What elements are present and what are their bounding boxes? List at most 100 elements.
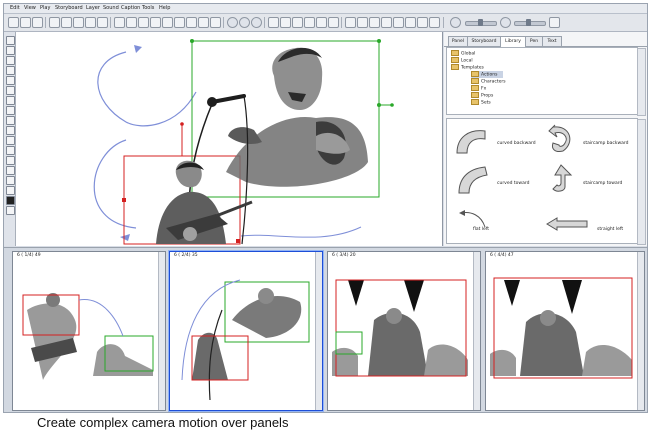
rotation-handle-knob[interactable] (390, 103, 394, 107)
select-tool-icon[interactable] (114, 17, 125, 28)
frame-handle[interactable] (236, 239, 240, 243)
play-icon[interactable] (280, 17, 291, 28)
panel-scrollbar[interactable] (637, 252, 644, 410)
camera-icon[interactable] (6, 166, 15, 175)
storyboard-panel-1[interactable]: 6 ( 1/4) 49 (12, 251, 166, 411)
brush-icon[interactable] (6, 56, 15, 65)
menu-caption[interactable]: Caption (121, 5, 140, 11)
camera-path[interactable] (240, 226, 362, 238)
last-frame-icon[interactable] (304, 17, 315, 28)
zoom-out-icon[interactable] (450, 17, 461, 28)
line-icon[interactable] (6, 86, 15, 95)
rotation-slider-handle[interactable] (526, 19, 531, 26)
stage-canvas[interactable] (16, 32, 442, 246)
curved-arrow-toward-icon[interactable] (455, 163, 489, 197)
paste-icon[interactable] (73, 17, 84, 28)
loop-icon[interactable] (316, 17, 327, 28)
library-scrollbar[interactable] (637, 119, 646, 245)
hand-icon[interactable] (6, 136, 15, 145)
zoom-icon[interactable] (6, 146, 15, 155)
pencil-icon[interactable] (6, 66, 15, 75)
curved-arrow-backward-icon[interactable] (455, 127, 489, 157)
rotate-tool-icon[interactable] (251, 17, 262, 28)
eraser-icon[interactable] (6, 76, 15, 85)
panel-scrollbar[interactable] (473, 252, 480, 410)
zoom-in-icon[interactable] (500, 17, 511, 28)
frame-handle[interactable] (377, 39, 381, 43)
tree-item-templates[interactable]: Templates (451, 64, 484, 71)
delete-panel-icon[interactable] (357, 17, 368, 28)
sound-icon[interactable] (328, 17, 339, 28)
camera-path[interactable] (97, 51, 197, 127)
rotation-handle-knob[interactable] (180, 122, 184, 126)
frame-handle[interactable] (122, 198, 126, 202)
paint-icon[interactable] (6, 116, 15, 125)
rotate-view-icon[interactable] (6, 156, 15, 165)
storyboard-panel-4[interactable]: 6 ( 4/4) 47 (485, 251, 645, 411)
staircase-arrow-toward-icon[interactable] (547, 163, 577, 195)
merge-panel-icon[interactable] (381, 17, 392, 28)
camera-keyframe-icon[interactable] (417, 17, 428, 28)
stop-icon[interactable] (292, 17, 303, 28)
brush-tool-icon[interactable] (126, 17, 137, 28)
menu-edit[interactable]: Edit (10, 5, 20, 11)
tree-item-fx[interactable]: Fx (471, 85, 486, 92)
tree-item-global[interactable]: Global (451, 50, 475, 57)
add-layer-icon[interactable] (393, 17, 404, 28)
eraser-tool-icon[interactable] (150, 17, 161, 28)
menu-sound[interactable]: Sound (103, 5, 119, 11)
redo-icon[interactable] (97, 17, 108, 28)
menu-view[interactable]: View (24, 5, 36, 11)
tree-item-actions[interactable]: Actions (471, 71, 504, 78)
dropper-icon[interactable] (6, 126, 15, 135)
tree-scrollbar[interactable] (637, 48, 646, 116)
flat-left-arrow-icon[interactable] (457, 207, 487, 229)
first-frame-icon[interactable] (268, 17, 279, 28)
new-panel-icon[interactable] (345, 17, 356, 28)
straight-left-arrow-icon[interactable] (545, 217, 589, 231)
onion-skin-icon[interactable] (6, 206, 15, 215)
line-tool-icon[interactable] (174, 17, 185, 28)
panel-scrollbar[interactable] (158, 252, 165, 410)
tab-panel[interactable]: Panel (448, 36, 468, 46)
tab-storyboard[interactable]: Storyboard (467, 36, 501, 46)
save-icon[interactable] (32, 17, 43, 28)
cutter-icon[interactable] (6, 46, 15, 55)
cut-icon[interactable] (49, 17, 60, 28)
storyboard-panel-2[interactable]: 6 ( 2/4) 35 (169, 251, 323, 411)
panel-scrollbar[interactable] (315, 252, 322, 410)
tab-text[interactable]: Text (542, 36, 562, 46)
tree-item-sets[interactable]: Sets (471, 99, 491, 106)
color-swatch-icon[interactable] (6, 186, 15, 195)
menu-storyboard[interactable]: Storyboard (55, 5, 83, 11)
ellipse-icon[interactable] (6, 106, 15, 115)
rectangle-icon[interactable] (6, 96, 15, 105)
menu-layer[interactable]: Layer (86, 5, 100, 11)
fill-tool-icon[interactable] (210, 17, 221, 28)
zoom-slider-handle[interactable] (478, 19, 483, 26)
tree-item-characters[interactable]: Characters (471, 78, 506, 85)
storyboard-panel-3[interactable]: 6 ( 3/4) 20 (327, 251, 481, 411)
pencil-tool-icon[interactable] (138, 17, 149, 28)
menu-play[interactable]: Play (40, 5, 50, 11)
menu-tools[interactable]: Tools (142, 5, 154, 11)
camera-path[interactable] (93, 139, 137, 229)
tab-library[interactable]: Library (500, 36, 526, 47)
tab-pen[interactable]: Pen (525, 36, 543, 46)
reset-view-icon[interactable] (549, 17, 560, 28)
select-icon[interactable] (6, 36, 15, 45)
transform-tool-icon[interactable] (239, 17, 250, 28)
frame-handle[interactable] (190, 39, 194, 43)
camera-tool-icon[interactable] (227, 17, 238, 28)
undo-icon[interactable] (85, 17, 96, 28)
rectangle-tool-icon[interactable] (186, 17, 197, 28)
menu-help[interactable]: Help (159, 5, 170, 11)
tree-item-local[interactable]: Local (451, 57, 473, 64)
new-icon[interactable] (8, 17, 19, 28)
delete-layer-icon[interactable] (405, 17, 416, 28)
copy-icon[interactable] (61, 17, 72, 28)
contour-tool-icon[interactable] (162, 17, 173, 28)
foreground-color-icon[interactable] (6, 196, 15, 205)
transform-icon[interactable] (6, 176, 15, 185)
split-panel-icon[interactable] (369, 17, 380, 28)
